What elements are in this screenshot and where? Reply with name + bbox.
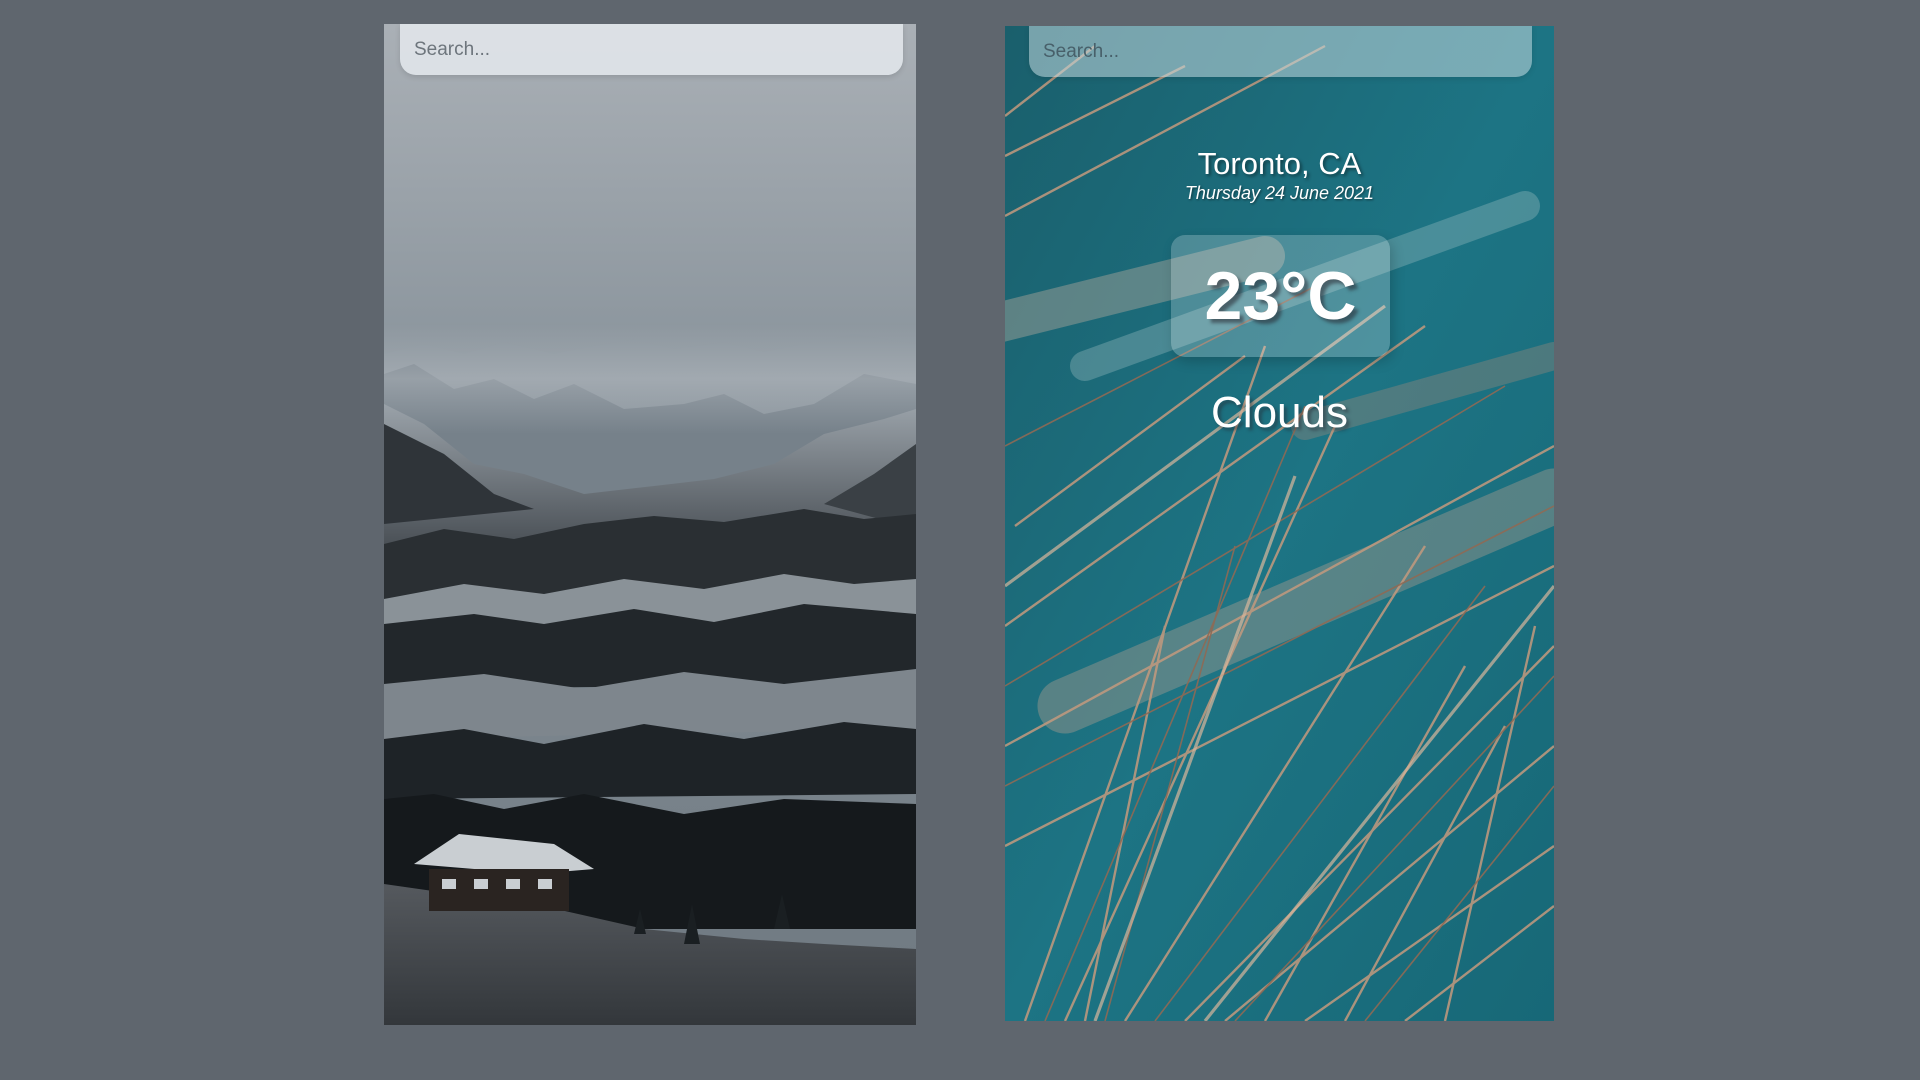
mountain-background-image [384, 24, 916, 1025]
location-name: Toronto, CA [1197, 146, 1362, 181]
temperature-card: 23°C [1171, 235, 1390, 357]
weather-condition: Clouds [1211, 388, 1348, 437]
search-input[interactable] [1029, 26, 1532, 77]
weather-panel: Toronto, CA Thursday 24 June 2021 23°C C… [1005, 26, 1554, 1021]
search-input[interactable] [400, 24, 903, 75]
app-stage: Toronto, CA Thursday 24 June 2021 23°C C… [0, 0, 1920, 1080]
weather-panel-empty [384, 24, 916, 1025]
current-date: Thursday 24 June 2021 [1184, 183, 1375, 203]
temperature-value: 23°C [1204, 258, 1357, 334]
